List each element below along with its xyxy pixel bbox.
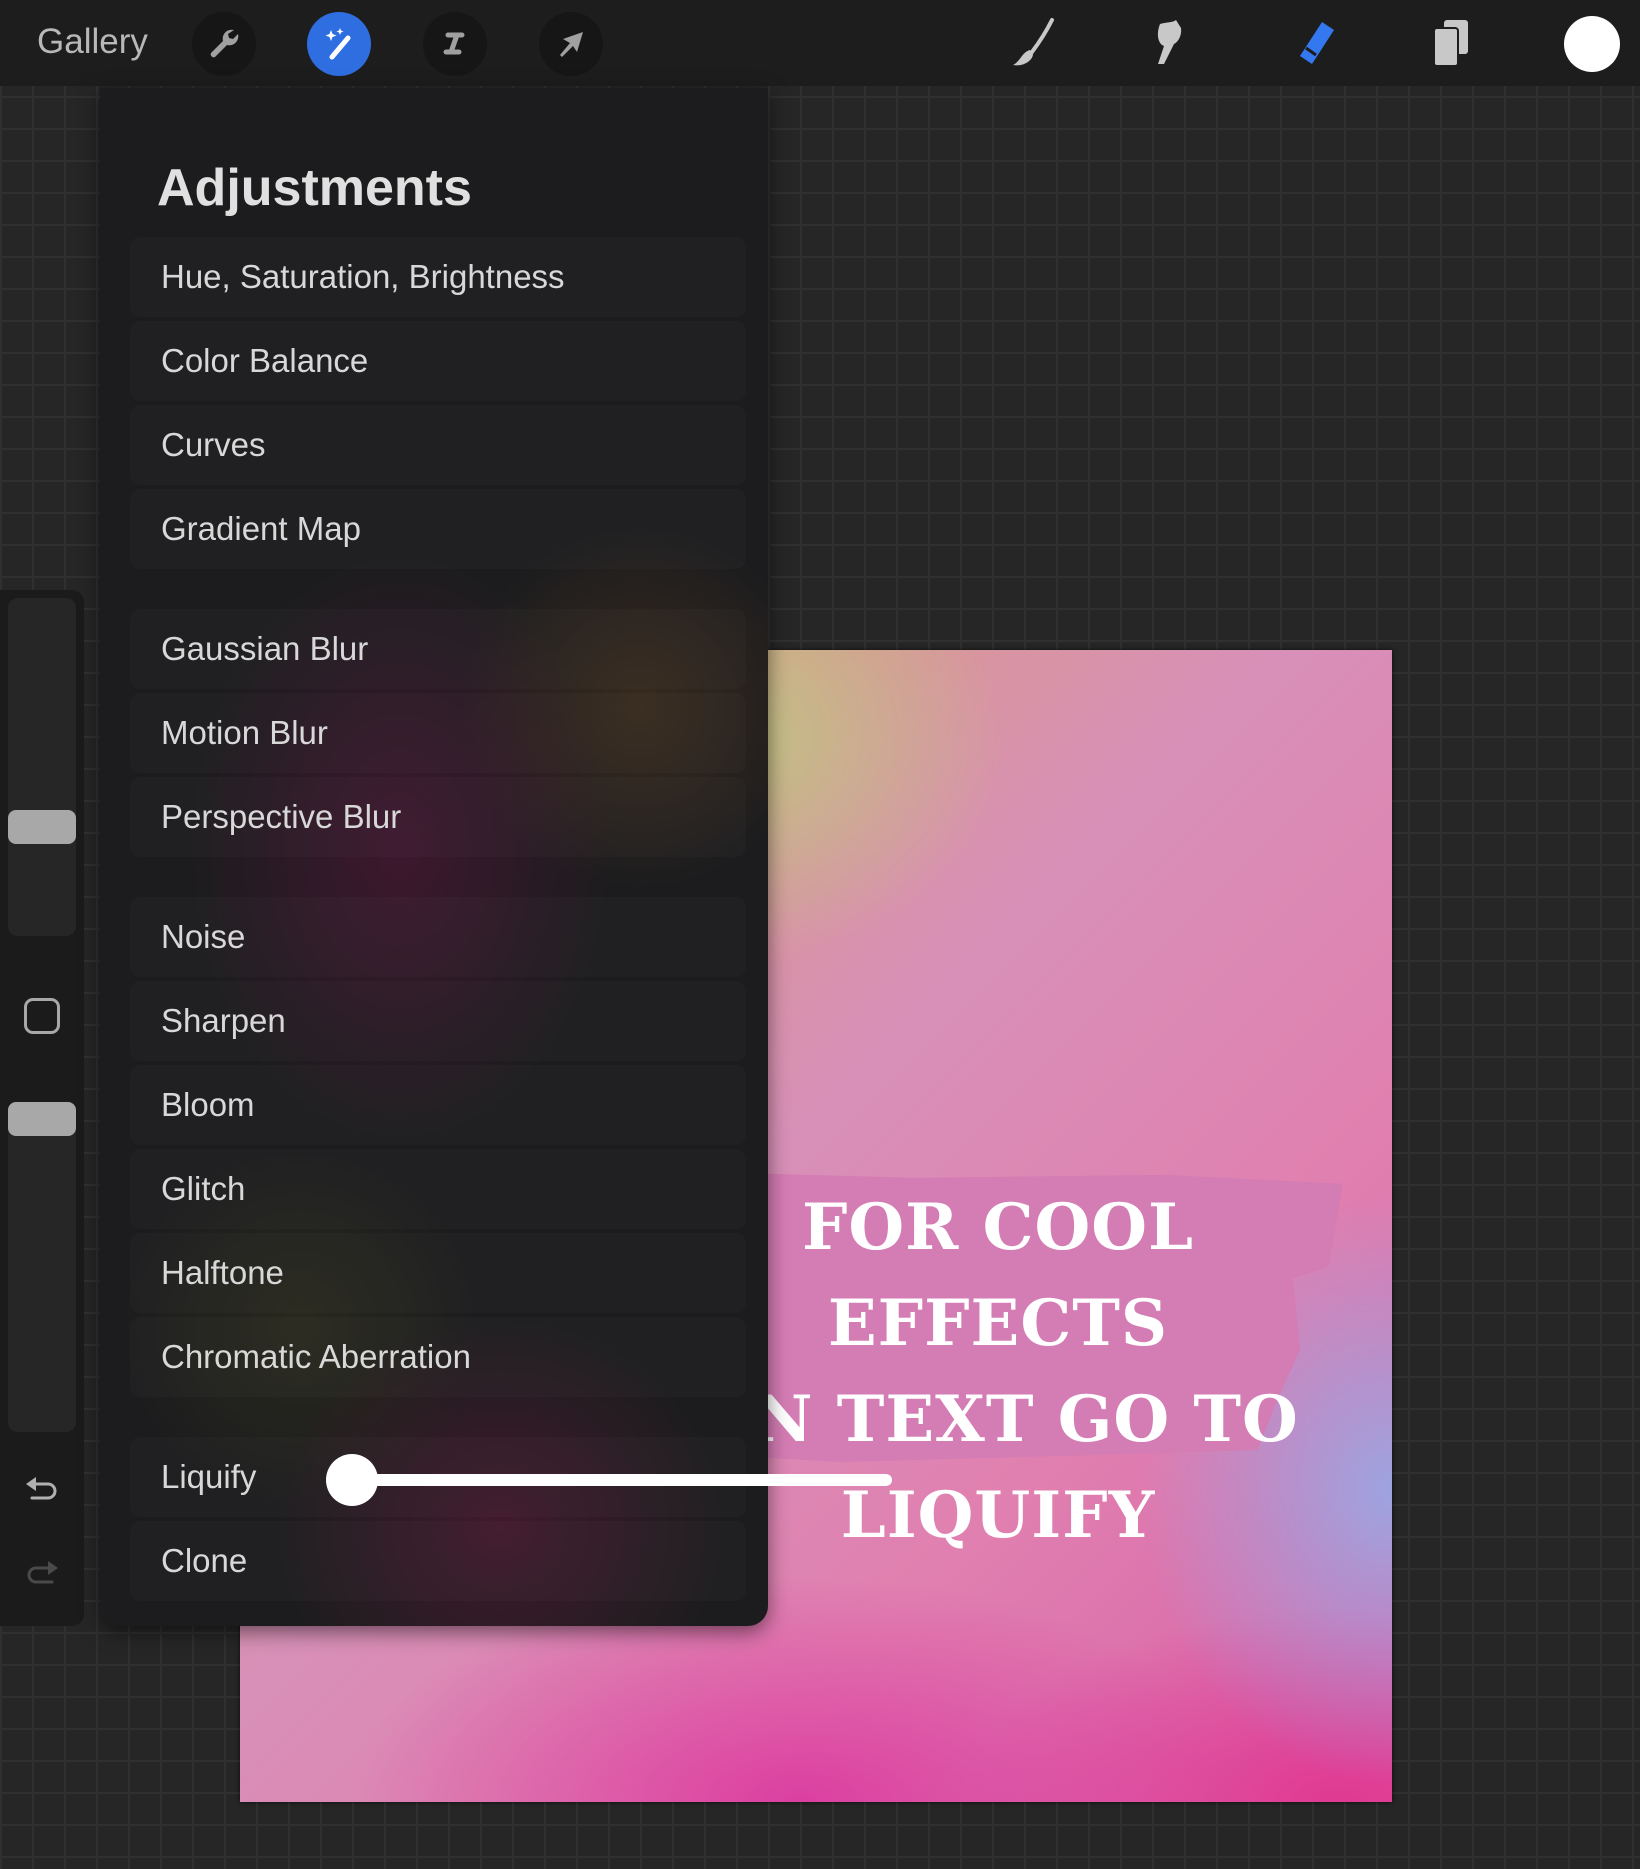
redo-icon[interactable] xyxy=(22,1554,62,1594)
liquify-pointer-dot xyxy=(326,1454,378,1506)
smudge-finger-icon xyxy=(1157,20,1182,64)
menu-item-label: Motion Blur xyxy=(161,714,328,751)
menu-item-gradient-map[interactable]: Gradient Map xyxy=(130,489,746,569)
color-picker-button[interactable] xyxy=(1564,16,1620,72)
brush-button[interactable] xyxy=(1002,14,1062,74)
brush-size-handle[interactable] xyxy=(8,810,76,844)
menu-item-label: Clone xyxy=(161,1542,248,1579)
menu-item-bloom[interactable]: Bloom xyxy=(130,1065,746,1145)
wrench-icon xyxy=(210,29,239,58)
menu-item-label: Gradient Map xyxy=(161,510,361,547)
selection-button[interactable] xyxy=(423,12,487,76)
menu-item-chromatic-aberration[interactable]: Chromatic Aberration xyxy=(130,1317,746,1397)
eraser-button[interactable] xyxy=(1282,14,1342,74)
menu-item-motion-blur[interactable]: Motion Blur xyxy=(130,693,746,773)
adjustments-panel: Adjustments Hue, Saturation, Brightness … xyxy=(100,88,768,1626)
menu-item-label: Hue, Saturation, Brightness xyxy=(161,258,565,295)
menu-item-label: Halftone xyxy=(161,1254,284,1291)
smudge-button[interactable] xyxy=(1142,14,1202,74)
menu-item-halftone[interactable]: Halftone xyxy=(130,1233,746,1313)
menu-item-color-balance[interactable]: Color Balance xyxy=(130,321,746,401)
opacity-handle[interactable] xyxy=(8,1102,76,1136)
transform-button[interactable] xyxy=(539,12,603,76)
menu-item-gaussian-blur[interactable]: Gaussian Blur xyxy=(130,609,746,689)
menu-item-curves[interactable]: Curves xyxy=(130,405,746,485)
menu-item-perspective-blur[interactable]: Perspective Blur xyxy=(130,777,746,857)
adjustments-button[interactable] xyxy=(307,12,371,76)
menu-item-label: Curves xyxy=(161,426,266,463)
menu-item-sharpen[interactable]: Sharpen xyxy=(130,981,746,1061)
opacity-slider[interactable] xyxy=(8,1102,76,1432)
arrow-cursor-icon xyxy=(560,32,583,57)
eraser-icon xyxy=(1300,22,1334,64)
modify-button[interactable] xyxy=(24,998,60,1034)
menu-item-clone[interactable]: Clone xyxy=(130,1521,746,1601)
menu-item-label: Gaussian Blur xyxy=(161,630,369,667)
left-sidebar xyxy=(0,590,84,1626)
menu-item-label: Glitch xyxy=(161,1170,246,1207)
magic-wand-icon xyxy=(325,28,351,60)
actions-button[interactable] xyxy=(192,12,256,76)
menu-item-label: Perspective Blur xyxy=(161,798,402,835)
gallery-button[interactable]: Gallery xyxy=(37,22,148,62)
selection-s-icon xyxy=(443,32,465,55)
undo-icon[interactable] xyxy=(22,1470,62,1510)
liquify-pointer-slider xyxy=(326,1450,892,1510)
layers-button[interactable] xyxy=(1422,14,1482,74)
layers-icon xyxy=(1433,20,1468,67)
liquify-pointer-line xyxy=(346,1474,892,1486)
brush-size-slider[interactable] xyxy=(8,598,76,936)
menu-item-label: Noise xyxy=(161,918,246,955)
panel-title: Adjustments xyxy=(157,159,472,217)
menu-item-label: Bloom xyxy=(161,1086,255,1123)
menu-item-label: Color Balance xyxy=(161,342,369,379)
brush-icon xyxy=(1013,18,1054,66)
menu-item-glitch[interactable]: Glitch xyxy=(130,1149,746,1229)
menu-item-label: Liquify xyxy=(161,1458,257,1495)
menu-item-label: Sharpen xyxy=(161,1002,286,1039)
top-toolbar: Gallery xyxy=(0,0,1640,86)
menu-item-hue-saturation-brightness[interactable]: Hue, Saturation, Brightness xyxy=(130,237,746,317)
menu-item-noise[interactable]: Noise xyxy=(130,897,746,977)
menu-item-label: Chromatic Aberration xyxy=(161,1338,471,1375)
